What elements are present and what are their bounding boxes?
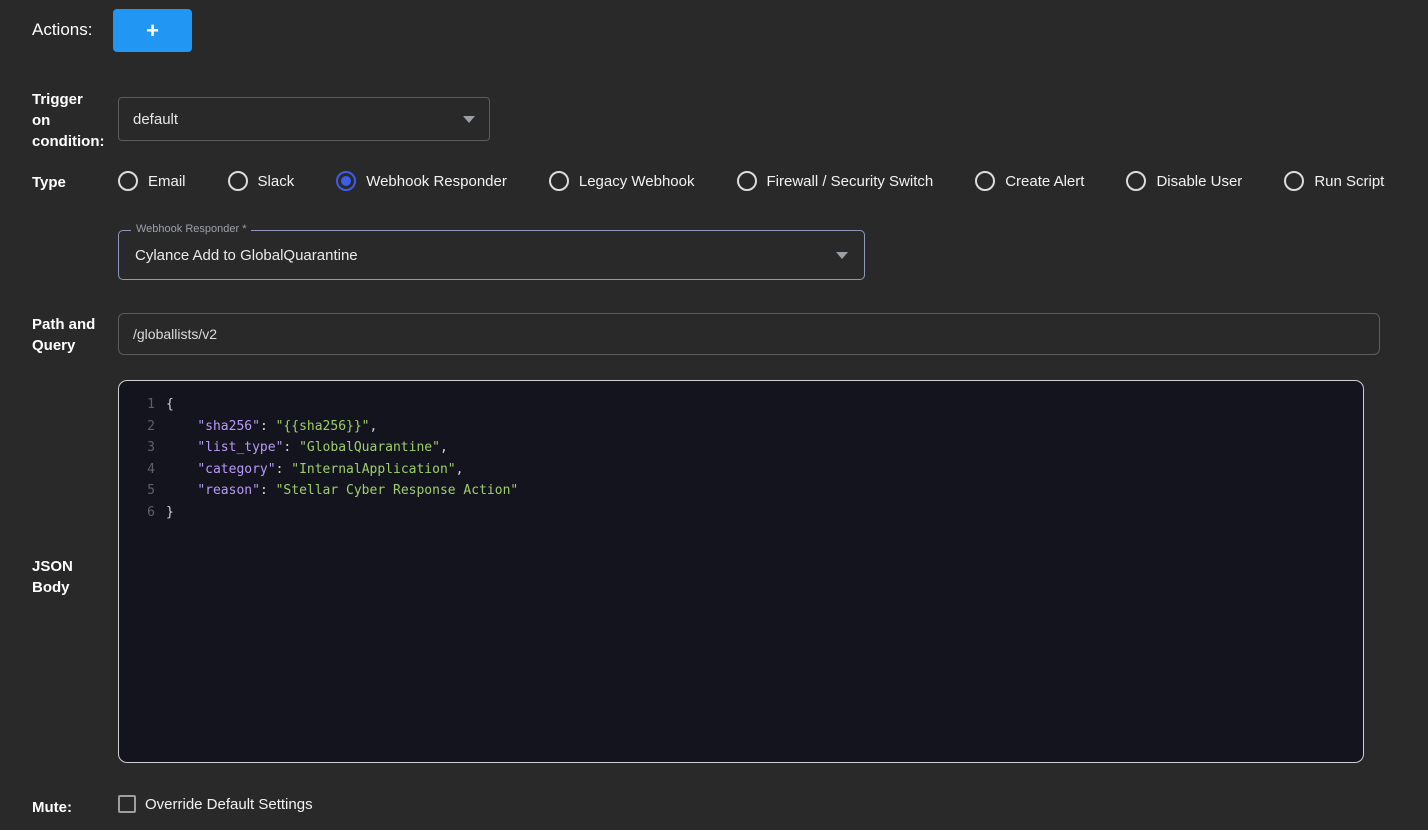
chevron-down-icon — [463, 116, 475, 123]
action-config-panel: Actions: + Trigger on condition: default… — [0, 0, 1428, 830]
radio-icon[interactable] — [1126, 171, 1146, 191]
line-number: 6 — [119, 502, 155, 524]
radio-label: Firewall / Security Switch — [767, 173, 934, 190]
radio-label: Legacy Webhook — [579, 173, 695, 190]
type-option-legacy-webhook[interactable]: Legacy Webhook — [549, 171, 695, 191]
type-option-webhook-responder[interactable]: Webhook Responder — [336, 171, 507, 191]
mute-label: Mute: — [32, 797, 72, 818]
radio-icon[interactable] — [118, 171, 138, 191]
type-option-email[interactable]: Email — [118, 171, 186, 191]
radio-icon[interactable] — [975, 171, 995, 191]
json-body-code: { "sha256": "{{sha256}}", "list_type": "… — [166, 394, 1363, 762]
line-number: 1 — [119, 394, 155, 416]
code-line: "sha256": "{{sha256}}", — [166, 416, 1363, 438]
line-number: 4 — [119, 459, 155, 481]
chevron-down-icon — [836, 252, 848, 259]
code-line: "list_type": "GlobalQuarantine", — [166, 437, 1363, 459]
type-option-firewall-security-switch[interactable]: Firewall / Security Switch — [737, 171, 934, 191]
path-query-input[interactable] — [118, 313, 1380, 355]
radio-label: Disable User — [1156, 173, 1242, 190]
radio-label: Slack — [258, 173, 295, 190]
trigger-condition-select[interactable]: default — [118, 97, 490, 141]
override-default-settings-option[interactable]: Override Default Settings — [118, 795, 313, 813]
radio-selected-icon[interactable] — [336, 171, 356, 191]
trigger-condition-label: Trigger on condition: — [32, 89, 122, 152]
radio-label: Run Script — [1314, 173, 1384, 190]
radio-label: Create Alert — [1005, 173, 1084, 190]
webhook-responder-value: Cylance Add to GlobalQuarantine — [135, 247, 358, 264]
json-body-gutter: 123456 — [119, 394, 155, 762]
json-body-editor[interactable]: 123456 { "sha256": "{{sha256}}", "list_t… — [118, 380, 1364, 763]
type-option-run-script[interactable]: Run Script — [1284, 171, 1384, 191]
add-action-button[interactable]: + — [113, 9, 192, 52]
line-number: 2 — [119, 416, 155, 438]
radio-icon[interactable] — [228, 171, 248, 191]
code-line: "category": "InternalApplication", — [166, 459, 1363, 481]
webhook-responder-select[interactable]: Webhook Responder * Cylance Add to Globa… — [118, 230, 865, 280]
radio-icon[interactable] — [737, 171, 757, 191]
type-options: Email Slack Webhook Responder Legacy Webhoo… — [118, 167, 1384, 195]
type-option-slack[interactable]: Slack — [228, 171, 295, 191]
trigger-condition-value: default — [133, 111, 178, 128]
type-option-disable-user[interactable]: Disable User — [1126, 171, 1242, 191]
code-line: { — [166, 394, 1363, 416]
line-number: 5 — [119, 480, 155, 502]
type-option-create-alert[interactable]: Create Alert — [975, 171, 1084, 191]
override-default-settings-label: Override Default Settings — [145, 796, 313, 813]
line-number: 3 — [119, 437, 155, 459]
plus-icon: + — [146, 18, 159, 44]
radio-label: Email — [148, 173, 186, 190]
actions-label: Actions: — [32, 19, 92, 40]
path-query-label: Path and Query — [32, 314, 118, 356]
radio-icon[interactable] — [549, 171, 569, 191]
code-line: } — [166, 502, 1363, 524]
json-body-label: JSON Body — [32, 556, 73, 598]
checkbox-icon[interactable] — [118, 795, 136, 813]
radio-label: Webhook Responder — [366, 173, 507, 190]
code-line: "reason": "Stellar Cyber Response Action… — [166, 480, 1363, 502]
webhook-responder-field-label: Webhook Responder * — [131, 223, 251, 235]
radio-icon[interactable] — [1284, 171, 1304, 191]
type-label: Type — [32, 172, 66, 193]
